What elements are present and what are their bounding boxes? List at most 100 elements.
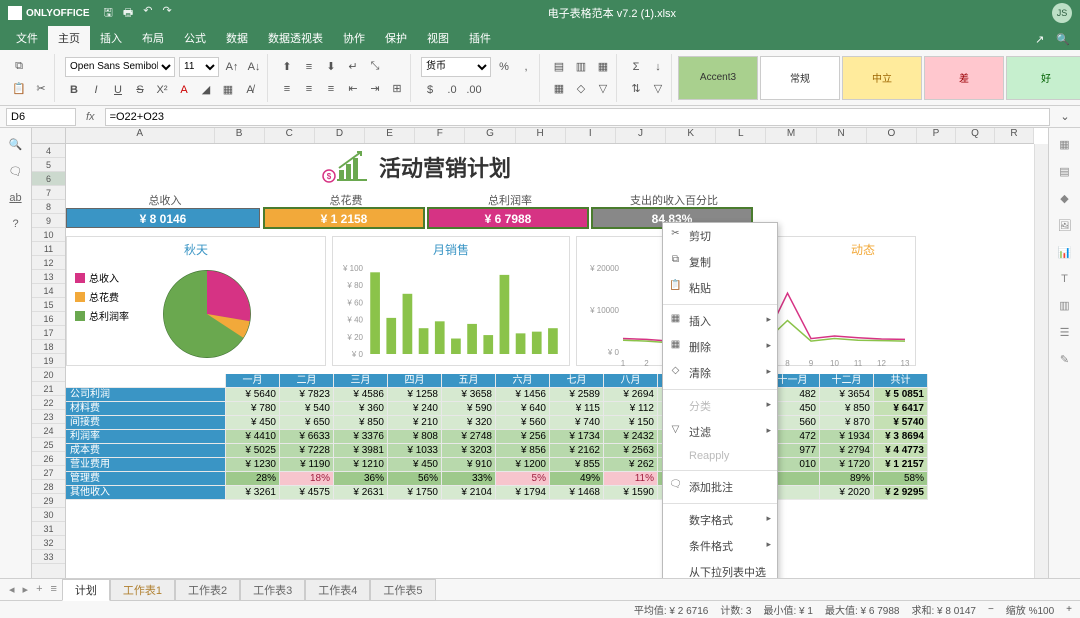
menu-tab-主页[interactable]: 主页 xyxy=(48,26,90,50)
fill-down-icon[interactable]: ↓ xyxy=(649,58,667,76)
align-top-icon[interactable]: ⬆ xyxy=(278,58,296,76)
name-box[interactable]: D6 xyxy=(6,108,76,126)
ctx-数字格式[interactable]: 数字格式▸ xyxy=(663,507,777,533)
fill-color-icon[interactable]: ◢ xyxy=(197,81,215,99)
sheet-tab-工作表2[interactable]: 工作表2 xyxy=(175,579,240,601)
cell-style-差[interactable]: 差 xyxy=(924,56,1004,100)
ctx-复制[interactable]: ⧉复制 xyxy=(663,249,777,275)
formula-expand-icon[interactable]: ⌄ xyxy=(1056,108,1074,126)
accounting-icon[interactable]: , xyxy=(517,58,535,76)
italic-button[interactable]: I xyxy=(87,81,105,99)
align-left-icon[interactable]: ≡ xyxy=(278,80,296,98)
clear-format-icon[interactable]: A̸ xyxy=(241,81,259,99)
vertical-scrollbar[interactable] xyxy=(1034,144,1048,578)
copy-icon[interactable]: ⧉ xyxy=(10,58,28,76)
menu-tab-布局[interactable]: 布局 xyxy=(132,26,174,50)
sum-icon[interactable]: Σ xyxy=(627,58,645,76)
sheet-tab-计划[interactable]: 计划 xyxy=(62,579,110,601)
strike-button[interactable]: S xyxy=(131,81,149,99)
ctx-粘贴[interactable]: 📋粘贴 xyxy=(663,275,777,301)
search-icon[interactable]: 🔍 xyxy=(1056,33,1070,46)
delete-cells-icon[interactable]: ▥ xyxy=(572,58,590,76)
indent-dec-icon[interactable]: ⇤ xyxy=(344,80,362,98)
save-icon[interactable]: 🖫 xyxy=(104,4,113,23)
sheet-tab-工作表5[interactable]: 工作表5 xyxy=(370,579,435,601)
cell-style-好[interactable]: 好 xyxy=(1006,56,1080,100)
spreadsheet-area[interactable]: ABCDEFGHIJKLMNOPQR 456789101112131415161… xyxy=(32,128,1048,578)
border-icon[interactable]: ▦ xyxy=(219,81,237,99)
select-all-corner[interactable] xyxy=(32,128,66,144)
font-name-select[interactable]: Open Sans Semibold xyxy=(65,57,175,77)
comments-panel-icon[interactable]: 🗨 xyxy=(9,165,23,178)
clear-icon[interactable]: ◇ xyxy=(572,80,590,98)
paste-icon[interactable]: 📋 xyxy=(10,80,28,98)
chart-settings-icon[interactable]: 📊 xyxy=(1058,246,1072,259)
ctx-添加批注[interactable]: 🗨添加批注 xyxy=(663,474,777,500)
cell-settings-icon[interactable]: ▦ xyxy=(1059,138,1069,151)
sheet-prev-icon[interactable]: ▸ xyxy=(20,583,32,596)
currency-icon[interactable]: $ xyxy=(421,81,439,99)
search-panel-icon[interactable]: 🔍 xyxy=(9,138,23,151)
sheet-list-icon[interactable]: ≡ xyxy=(48,583,60,596)
menu-tab-公式[interactable]: 公式 xyxy=(174,26,216,50)
number-format-select[interactable]: 货币 xyxy=(421,57,491,77)
ctx-剪切[interactable]: ✂剪切 xyxy=(663,223,777,249)
file-menu[interactable]: 文件 xyxy=(6,26,48,50)
table-settings-icon[interactable]: ▤ xyxy=(1059,165,1069,178)
cell-style-Accent3[interactable]: Accent3 xyxy=(678,56,758,100)
align-middle-icon[interactable]: ≡ xyxy=(300,58,318,76)
super-sub-icon[interactable]: X² xyxy=(153,81,171,99)
ctx-条件格式[interactable]: 条件格式▸ xyxy=(663,533,777,559)
sheet-tab-工作表4[interactable]: 工作表4 xyxy=(305,579,370,601)
menu-tab-保护[interactable]: 保护 xyxy=(375,26,417,50)
cell-style-中立[interactable]: 中立 xyxy=(842,56,922,100)
open-location-icon[interactable]: ↗ xyxy=(1035,33,1044,46)
shape-settings-icon[interactable]: ◆ xyxy=(1060,192,1068,205)
bar-chart[interactable]: 月销售 ¥ 0¥ 20¥ 40¥ 60¥ 80¥ 100 xyxy=(332,236,570,366)
menu-tab-数据透视表[interactable]: 数据透视表 xyxy=(258,26,333,50)
align-center-icon[interactable]: ≡ xyxy=(300,80,318,98)
bold-button[interactable]: B xyxy=(65,81,83,99)
cut-icon[interactable]: ✂ xyxy=(32,80,50,98)
ctx-过滤[interactable]: ▽过滤▸ xyxy=(663,419,777,445)
print-icon[interactable]: 🖶 xyxy=(123,4,133,23)
feedback-panel-icon[interactable]: ? xyxy=(12,218,18,230)
dec-dec-icon[interactable]: .00 xyxy=(465,81,483,99)
cell-grid[interactable]: $ 活动营销计划 总收入总花费总利润率支出的收入百分比 ¥ 8 0146¥ 1 … xyxy=(66,144,1034,578)
zoom-level[interactable]: 缩放 %100 xyxy=(1006,602,1054,617)
zoom-in-icon[interactable]: + xyxy=(1066,604,1072,615)
ctx-清除[interactable]: ◇清除▸ xyxy=(663,360,777,386)
data-table[interactable]: 一月二月三月四月五月六月七月八月九月十月十一月十二月共计公司利润¥ 5640¥ … xyxy=(66,374,928,500)
menu-tab-插件[interactable]: 插件 xyxy=(459,26,501,50)
redo-icon[interactable]: ↷ xyxy=(163,4,172,23)
slicer-settings-icon[interactable]: ☰ xyxy=(1060,326,1070,339)
decrease-font-icon[interactable]: A↓ xyxy=(245,58,263,76)
wrap-icon[interactable]: ↵ xyxy=(344,58,362,76)
orientation-icon[interactable]: ⤡ xyxy=(366,58,384,76)
fx-icon[interactable]: fx xyxy=(82,111,99,123)
pie-chart[interactable]: 秋天 总收入总花费总利润率 xyxy=(66,236,326,366)
increase-font-icon[interactable]: A↑ xyxy=(223,58,241,76)
ctx-插入[interactable]: ▦插入▸ xyxy=(663,308,777,334)
image-settings-icon[interactable]: 🖼 xyxy=(1058,219,1072,232)
sheet-tab-工作表1[interactable]: 工作表1 xyxy=(110,579,175,601)
sheet-tab-工作表3[interactable]: 工作表3 xyxy=(240,579,305,601)
ctx-删除[interactable]: ▦删除▸ xyxy=(663,334,777,360)
menu-tab-插入[interactable]: 插入 xyxy=(90,26,132,50)
pivot-settings-icon[interactable]: ▥ xyxy=(1059,299,1069,312)
menu-tab-协作[interactable]: 协作 xyxy=(333,26,375,50)
merge-icon[interactable]: ⊞ xyxy=(388,80,406,98)
menu-tab-视图[interactable]: 视图 xyxy=(417,26,459,50)
sort-icon[interactable]: ⇅ xyxy=(627,80,645,98)
formula-input[interactable]: =O22+O23 xyxy=(105,108,1050,126)
text-settings-icon[interactable]: T xyxy=(1061,273,1068,285)
sheet-add-icon[interactable]: + xyxy=(33,583,45,596)
signature-settings-icon[interactable]: ✎ xyxy=(1060,353,1069,366)
align-bottom-icon[interactable]: ⬇ xyxy=(322,58,340,76)
menu-tab-数据[interactable]: 数据 xyxy=(216,26,258,50)
column-headers[interactable]: ABCDEFGHIJKLMNOPQR xyxy=(66,128,1034,144)
underline-button[interactable]: U xyxy=(109,81,127,99)
percent-icon[interactable]: % xyxy=(495,58,513,76)
undo-icon[interactable]: ↶ xyxy=(143,4,152,23)
cell-style-常规[interactable]: 常规 xyxy=(760,56,840,100)
